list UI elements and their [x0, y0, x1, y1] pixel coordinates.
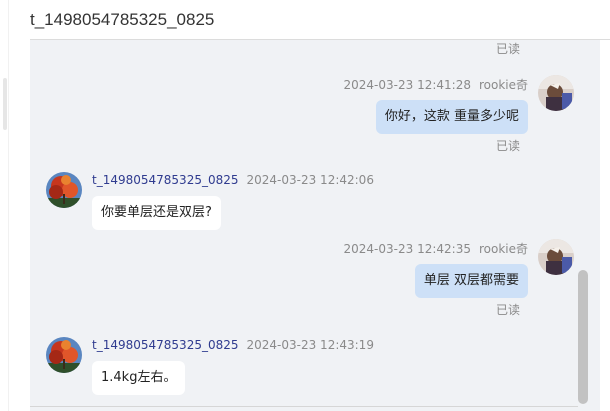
left-divider [8, 0, 9, 411]
message-timestamp: 2024-03-23 12:43:19 [246, 338, 374, 352]
message-meta: t_1498054785325_0825 2024-03-23 12:43:19 [92, 338, 374, 352]
chat-window: t_1498054785325_0825 已读 2024-03-23 12:41… [0, 0, 610, 411]
user-avatar-icon[interactable] [538, 239, 574, 275]
read-status: 已读 [495, 303, 520, 317]
message-timestamp: 2024-03-23 12:42:06 [246, 173, 374, 187]
conversation-title: t_1498054785325_0825 [30, 10, 215, 29]
shop-avatar-icon[interactable] [46, 172, 82, 208]
message-bubble[interactable]: 你好，这款 重量多少呢 [375, 100, 528, 134]
resize-handle[interactable] [3, 78, 7, 130]
user-avatar-icon[interactable] [538, 75, 574, 111]
message-bubble[interactable]: 1.4kg左右。 [92, 361, 186, 395]
message-list[interactable]: 已读 2024-03-23 12:41:28 rookie奇 你好，这款 重量多少… [30, 40, 610, 411]
left-panel-edge [0, 0, 30, 411]
scrollbar-thumb[interactable] [578, 270, 588, 404]
sender-name: rookie奇 [478, 78, 528, 92]
sender-name: rookie奇 [478, 242, 528, 256]
message-meta: t_1498054785325_0825 2024-03-23 12:42:06 [92, 173, 374, 187]
read-status: 已读 [495, 139, 520, 153]
message-bubble[interactable]: 单层 双层都需要 [414, 264, 528, 298]
message-timestamp: 2024-03-23 12:41:28 [343, 78, 471, 92]
message-timestamp: 2024-03-23 12:42:35 [343, 242, 471, 256]
message-bubble[interactable]: 你要单层还是双层? [92, 196, 221, 230]
sender-name: t_1498054785325_0825 [92, 173, 239, 187]
chat-header: t_1498054785325_0825 [30, 0, 610, 40]
sender-name: t_1498054785325_0825 [92, 338, 239, 352]
message-meta: 2024-03-23 12:41:28 rookie奇 [344, 76, 528, 93]
shop-avatar-icon[interactable] [46, 337, 82, 373]
read-status: 已读 [495, 42, 520, 56]
message-meta: 2024-03-23 12:42:35 rookie奇 [344, 240, 528, 257]
right-panel-edge [600, 40, 610, 411]
input-divider [30, 406, 578, 407]
